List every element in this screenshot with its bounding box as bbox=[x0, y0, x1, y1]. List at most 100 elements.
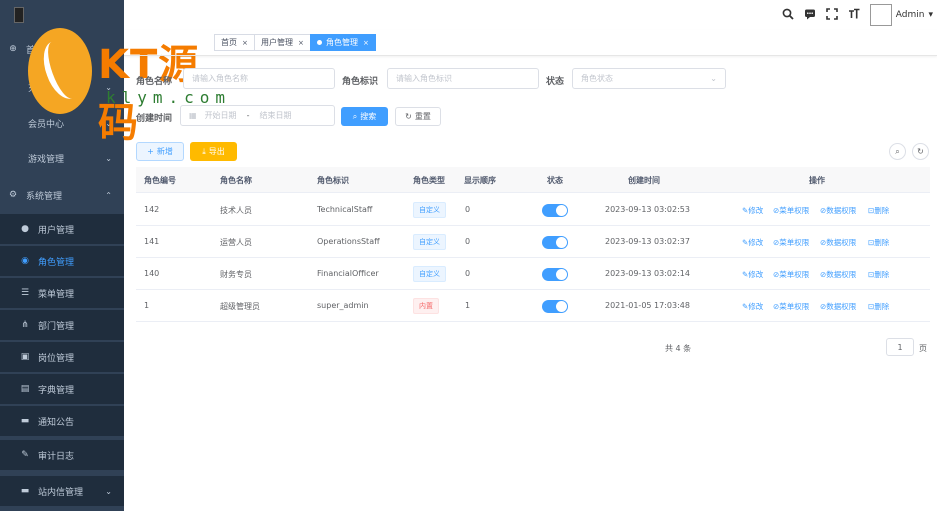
column-header: 状态 bbox=[547, 176, 563, 185]
toggle-search-button[interactable]: ⌕ bbox=[889, 143, 906, 160]
username[interactable]: Admin bbox=[896, 10, 925, 20]
menu-permission-link[interactable]: ⊘菜单权限 bbox=[773, 301, 809, 312]
status-toggle[interactable] bbox=[542, 204, 568, 217]
status-label: 状态 bbox=[546, 77, 565, 87]
watermark-emblem-icon bbox=[28, 28, 92, 114]
fullscreen-icon[interactable] bbox=[825, 7, 838, 23]
column-header: 创建时间 bbox=[628, 176, 660, 185]
tag-role-management[interactable]: 角色管理 × bbox=[310, 34, 376, 51]
status-toggle[interactable] bbox=[542, 236, 568, 249]
add-button-label: 新增 bbox=[156, 147, 173, 156]
font-size-icon[interactable] bbox=[848, 8, 860, 23]
role-name-cell: 技术人员 bbox=[220, 206, 252, 215]
op-label: 数据权限 bbox=[826, 206, 857, 215]
sidebar-item-7[interactable]: ☰ 菜单管理 bbox=[0, 278, 124, 308]
log-icon: ✎ bbox=[21, 450, 29, 460]
sidebar-item-label: 通知公告 bbox=[38, 417, 75, 428]
created-time-label: 创建时间 bbox=[136, 114, 173, 124]
edit-link[interactable]: ✎修改 bbox=[742, 301, 763, 312]
sidebar-item-11[interactable]: ▬ 通知公告 bbox=[0, 406, 124, 436]
sidebar-item-4[interactable]: ⚙ 系统管理 ⌃ bbox=[0, 180, 124, 210]
close-icon[interactable]: × bbox=[298, 39, 304, 47]
data-permission-link[interactable]: ⊘数据权限 bbox=[820, 205, 856, 216]
dashboard-icon: ⊕ bbox=[9, 44, 17, 54]
sidebar-item-12[interactable]: ✎ 审计日志 bbox=[0, 440, 124, 470]
page-jump-input[interactable]: 1 bbox=[886, 338, 914, 356]
people-icon: ◉ bbox=[21, 256, 29, 266]
table-header: 角色编号 角色名称 角色标识 角色类型 显示顺序 状态 创建时间 操作 bbox=[136, 167, 930, 193]
op-label: 删除 bbox=[874, 238, 890, 247]
search-icon[interactable] bbox=[782, 8, 794, 23]
sidebar-item-label: 岗位管理 bbox=[38, 353, 75, 364]
chevron-down-icon[interactable]: ▾ bbox=[928, 10, 933, 20]
refresh-icon: ↻ bbox=[405, 112, 412, 121]
role-type-badge: 自定义 bbox=[413, 234, 446, 250]
logo-icon bbox=[14, 7, 24, 23]
delete-link[interactable]: ⊡删除 bbox=[868, 205, 889, 216]
tag-home[interactable]: 首页 × bbox=[214, 34, 255, 51]
sidebar-item-9[interactable]: ▣ 岗位管理 bbox=[0, 342, 124, 372]
role-key-cell: OperationsStaff bbox=[317, 237, 380, 246]
op-label: 删除 bbox=[874, 206, 890, 215]
sidebar-item-label: 部门管理 bbox=[38, 321, 75, 332]
refresh-button[interactable]: ↻ bbox=[912, 143, 929, 160]
menu-permission-link[interactable]: ⊘菜单权限 bbox=[773, 237, 809, 248]
toggle-knob bbox=[556, 205, 567, 216]
role-name-input[interactable]: 请输入角色名称 bbox=[183, 68, 335, 89]
close-icon[interactable]: × bbox=[242, 39, 248, 47]
sidebar-item-10[interactable]: ▤ 字典管理 bbox=[0, 374, 124, 404]
delete-link[interactable]: ⊡删除 bbox=[868, 301, 889, 312]
sidebar-item-5[interactable]: ● 用户管理 bbox=[0, 214, 124, 244]
delete-link[interactable]: ⊡删除 bbox=[868, 237, 889, 248]
edit-link[interactable]: ✎修改 bbox=[742, 205, 763, 216]
export-button[interactable]: ⤓ 导出 bbox=[190, 142, 237, 161]
op-label: 修改 bbox=[748, 206, 764, 215]
role-type-badge: 自定义 bbox=[413, 202, 446, 218]
op-label: 数据权限 bbox=[826, 270, 857, 279]
tag-user-management[interactable]: 用户管理 × bbox=[254, 34, 311, 51]
op-label: 菜单权限 bbox=[779, 302, 810, 311]
sidebar-item-label: 审计日志 bbox=[38, 451, 75, 462]
add-button[interactable]: + 新增 bbox=[136, 142, 184, 161]
sidebar-item-6[interactable]: ◉ 角色管理 bbox=[0, 246, 124, 276]
op-label: 修改 bbox=[748, 238, 764, 247]
edit-link[interactable]: ✎修改 bbox=[742, 269, 763, 280]
column-header: 显示顺序 bbox=[464, 176, 496, 185]
delete-link[interactable]: ⊡删除 bbox=[868, 269, 889, 280]
start-date-input[interactable]: 开始日期 bbox=[205, 110, 237, 121]
role-id-cell: 141 bbox=[144, 237, 160, 246]
status-select[interactable]: 角色状态 ⌄ bbox=[572, 68, 726, 89]
search-icon: ⌕ bbox=[352, 111, 358, 121]
column-header: 操作 bbox=[809, 176, 825, 185]
message-icon[interactable] bbox=[804, 8, 816, 23]
sidebar-item-13[interactable]: ▬ 站内信管理 ⌄ bbox=[0, 476, 124, 506]
status-toggle[interactable] bbox=[542, 300, 568, 313]
list-icon: ☰ bbox=[20, 288, 30, 298]
menu-permission-link[interactable]: ⊘菜单权限 bbox=[773, 205, 809, 216]
date-range-picker[interactable]: ▦ 开始日期 - 结束日期 bbox=[180, 105, 335, 126]
sidebar-item-8[interactable]: ⋔ 部门管理 bbox=[0, 310, 124, 340]
end-date-input[interactable]: 结束日期 bbox=[259, 110, 291, 121]
table-row: 141 运营人员 OperationsStaff 自定义 0 2023-09-13 03:… bbox=[136, 226, 930, 258]
page-unit-label: 页 bbox=[919, 344, 927, 353]
close-icon[interactable]: × bbox=[363, 39, 369, 47]
status-toggle[interactable] bbox=[542, 268, 568, 281]
data-permission-link[interactable]: ⊘数据权限 bbox=[820, 269, 856, 280]
avatar[interactable] bbox=[869, 4, 892, 26]
search-button[interactable]: ⌕ 搜索 bbox=[341, 107, 388, 126]
folder-icon bbox=[10, 118, 20, 128]
role-name-cell: 超级管理员 bbox=[220, 302, 260, 311]
menu-permission-link[interactable]: ⊘菜单权限 bbox=[773, 269, 809, 280]
display-order-cell: 1 bbox=[465, 301, 471, 310]
tags-view: 首页 × 用户管理 × 角色管理 × bbox=[124, 30, 937, 56]
data-permission-link[interactable]: ⊘数据权限 bbox=[820, 237, 856, 248]
reset-button[interactable]: ↻ 重置 bbox=[395, 107, 441, 126]
search-button-label: 搜索 bbox=[360, 112, 377, 121]
table-row: 142 技术人员 TechnicalStaff 自定义 0 2023-09-13 03:0… bbox=[136, 194, 930, 226]
edit-link[interactable]: ✎修改 bbox=[742, 237, 763, 248]
data-permission-link[interactable]: ⊘数据权限 bbox=[820, 301, 856, 312]
role-key-input[interactable]: 请输入角色标识 bbox=[387, 68, 539, 89]
sidebar-item-label: 站内信管理 bbox=[38, 487, 84, 498]
op-label: 修改 bbox=[748, 302, 764, 311]
sidebar-item-label: 菜单管理 bbox=[38, 289, 75, 300]
